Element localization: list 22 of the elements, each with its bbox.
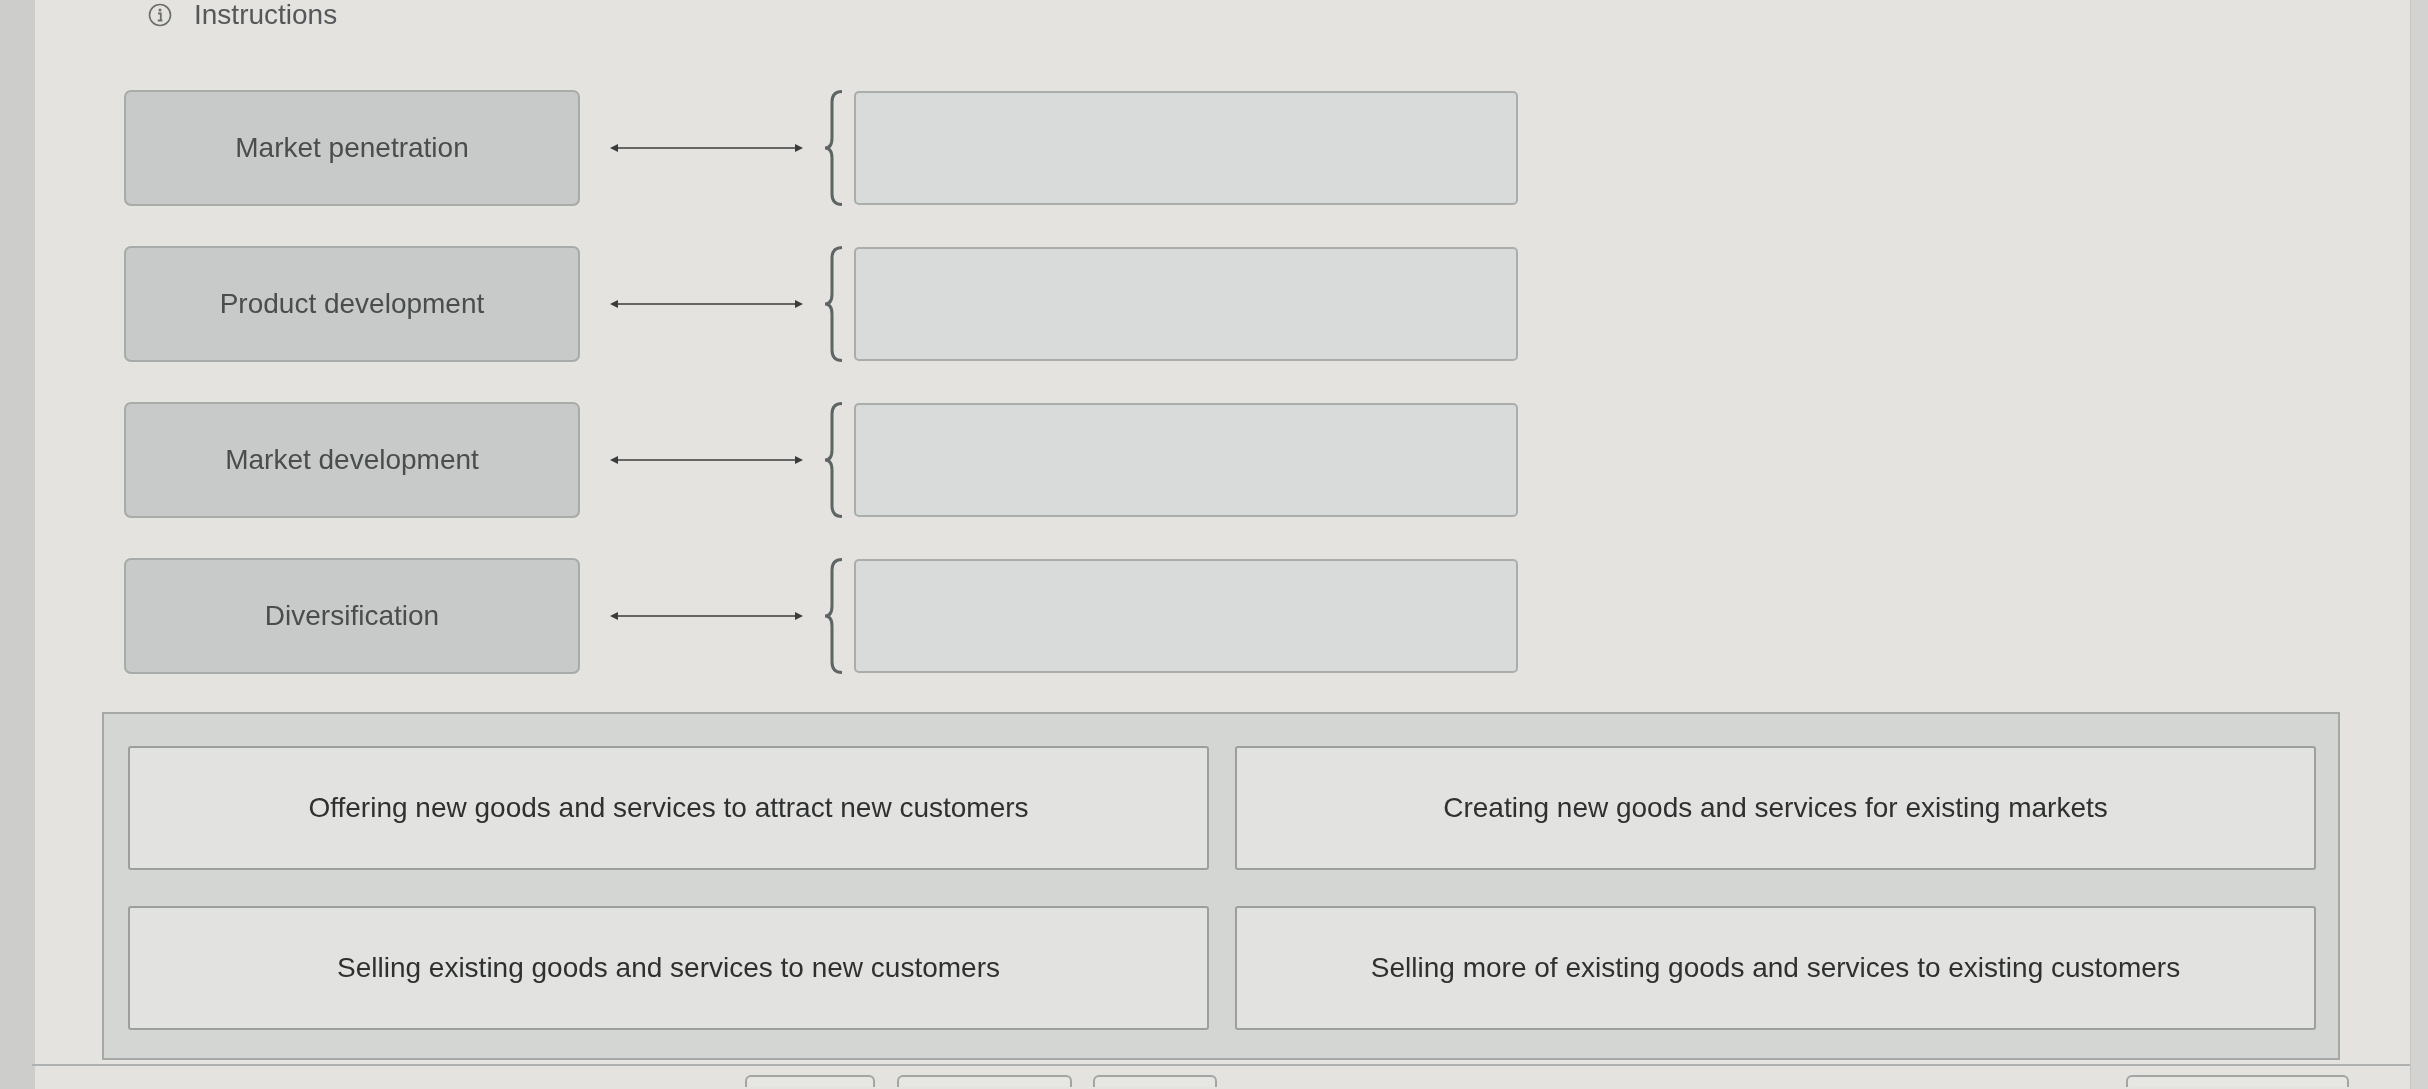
partial-button[interactable]: [897, 1075, 1072, 1087]
term-card: Product development: [124, 246, 580, 362]
answer-card[interactable]: Offering new goods and services to attract new customers: [128, 746, 1209, 870]
brace-icon: [823, 558, 843, 674]
partial-button[interactable]: [2126, 1075, 2349, 1087]
brace-icon: [823, 246, 843, 362]
partial-button[interactable]: [745, 1075, 875, 1087]
term-card: Market penetration: [124, 90, 580, 206]
drop-zone[interactable]: [854, 91, 1518, 205]
drop-zone[interactable]: [854, 247, 1518, 361]
partial-button[interactable]: [1093, 1075, 1217, 1087]
term-card: Market development: [124, 402, 580, 518]
brace-icon: [823, 402, 843, 518]
answer-card[interactable]: Selling more of existing goods and services to existing customers: [1235, 906, 2316, 1030]
answer-card[interactable]: Selling existing goods and services to new customers: [128, 906, 1209, 1030]
brace-icon: [823, 90, 843, 206]
term-card: Diversification: [124, 558, 580, 674]
drop-zone[interactable]: [854, 403, 1518, 517]
info-icon: [148, 3, 172, 27]
answer-card[interactable]: Creating new goods and services for existing markets: [1235, 746, 2316, 870]
instructions-button[interactable]: Instructions: [148, 0, 338, 30]
drop-zone[interactable]: [854, 559, 1518, 673]
